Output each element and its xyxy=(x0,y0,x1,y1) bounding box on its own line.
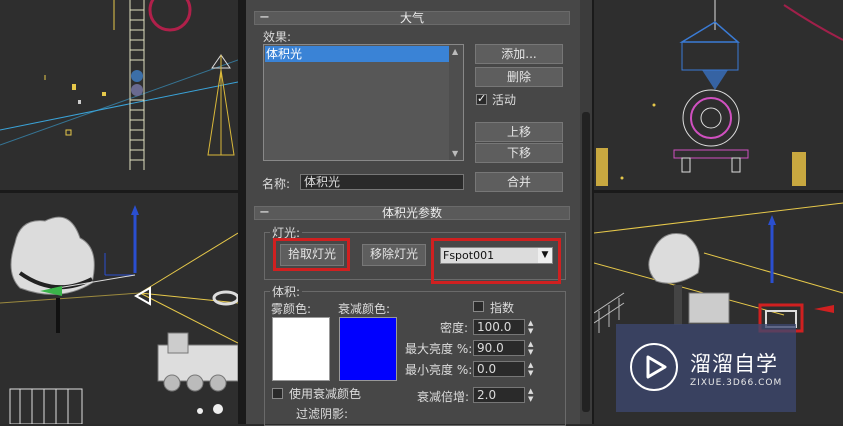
viewport-top-scene xyxy=(0,0,238,170)
fog-color-label: 雾颜色: xyxy=(271,302,312,316)
atten-color-swatch[interactable] xyxy=(339,317,397,381)
viewport-front-scene xyxy=(596,0,843,186)
density-spinner[interactable]: ▲ ▼ xyxy=(527,319,537,335)
viewport-divider-h-left xyxy=(0,190,238,193)
density-field[interactable]: 100.0 xyxy=(473,319,525,335)
delete-effect-button[interactable]: 删除 xyxy=(475,67,563,87)
density-label: 密度: xyxy=(440,321,469,335)
add-effect-button[interactable]: 添加... xyxy=(475,44,563,64)
volume-light-rollout-header[interactable]: − 体积光参数 xyxy=(254,205,570,220)
effects-list[interactable]: 体积光 ▲ ▼ xyxy=(263,44,464,161)
viewport-front[interactable] xyxy=(594,0,843,190)
atten-color-label: 衰减颜色: xyxy=(338,302,391,316)
merge-button[interactable]: 合并 xyxy=(475,172,563,192)
max-brightness-label: 最大亮度 %: xyxy=(405,342,473,356)
scroll-down-icon[interactable]: ▼ xyxy=(452,149,458,158)
filter-shadows-label: 过滤阴影: xyxy=(296,407,349,421)
active-label: 活动 xyxy=(492,93,517,107)
play-icon xyxy=(630,343,678,391)
panel-scrollbar[interactable] xyxy=(580,0,592,424)
volume-light-title: 体积光参数 xyxy=(381,206,442,220)
atten-mult-field[interactable]: 2.0 xyxy=(473,387,525,403)
exponential-checkbox[interactable] xyxy=(473,301,484,312)
name-label: 名称: xyxy=(262,177,291,191)
active-checkbox[interactable]: ✓ xyxy=(476,92,487,105)
effects-list-item[interactable]: 体积光 xyxy=(265,46,449,62)
use-atten-color-label: 使用衰减颜色 xyxy=(289,387,362,401)
max-brightness-spinner[interactable]: ▲ ▼ xyxy=(527,340,537,356)
use-atten-color-checkbox[interactable] xyxy=(272,388,283,399)
watermark: 溜溜自学 ZIXUE.3D66.COM xyxy=(616,324,796,412)
checkmark-icon: ✓ xyxy=(477,92,487,105)
atten-mult-spinner[interactable]: ▲ ▼ xyxy=(527,387,537,403)
viewport-divider-right xyxy=(592,0,594,424)
light-dropdown-highlight xyxy=(431,238,561,284)
atmosphere-title: 大气 xyxy=(399,11,424,25)
watermark-name: 溜溜自学 xyxy=(690,352,778,376)
scroll-up-icon[interactable]: ▲ xyxy=(452,47,458,56)
effect-name-field[interactable]: 体积光 xyxy=(300,174,464,190)
exponential-label: 指数 xyxy=(490,301,515,315)
viewport-divider-left xyxy=(238,0,246,424)
viewport-perspective-left[interactable] xyxy=(0,193,238,424)
viewport-top[interactable] xyxy=(0,0,238,190)
panel-scrollbar-thumb[interactable] xyxy=(582,112,590,412)
watermark-url: ZIXUE.3D66.COM xyxy=(690,378,783,388)
min-brightness-label: 最小亮度 %: xyxy=(405,363,473,377)
effects-label: 效果: xyxy=(263,30,292,44)
move-up-button[interactable]: 上移 xyxy=(475,122,563,142)
move-down-button[interactable]: 下移 xyxy=(475,143,563,163)
remove-light-button[interactable]: 移除灯光 xyxy=(362,244,426,266)
pick-light-highlight xyxy=(273,238,350,271)
min-brightness-spinner[interactable]: ▲ ▼ xyxy=(527,361,537,377)
fog-color-swatch[interactable] xyxy=(272,317,330,381)
atten-mult-label: 衰减倍增: xyxy=(417,390,470,404)
volume-group-label: 体积: xyxy=(270,283,303,300)
atmosphere-rollout-header[interactable]: − 大气 xyxy=(254,10,570,25)
max-brightness-field[interactable]: 90.0 xyxy=(473,340,525,356)
effects-list-scrollbar[interactable]: ▲ ▼ xyxy=(449,45,463,160)
viewport-divider-h-right xyxy=(594,190,843,193)
viewport-left-scene xyxy=(0,205,238,424)
min-brightness-field[interactable]: 0.0 xyxy=(473,361,525,377)
